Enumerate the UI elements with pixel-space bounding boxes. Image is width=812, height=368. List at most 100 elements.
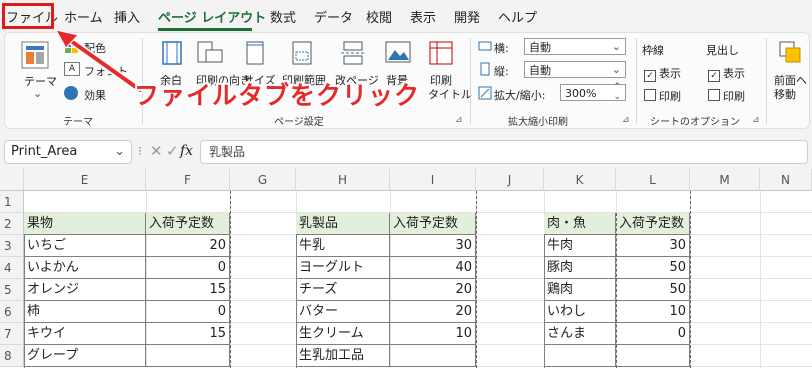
column-header[interactable]: J bbox=[476, 169, 544, 191]
table-cell[interactable]: ヨーグルト bbox=[296, 257, 390, 279]
print-area-icon[interactable] bbox=[290, 40, 314, 66]
column-header[interactable]: G bbox=[230, 169, 296, 191]
row-header[interactable]: 6 bbox=[0, 301, 24, 323]
formula-input[interactable]: 乳製品 bbox=[200, 140, 808, 164]
enter-icon[interactable]: ✓ bbox=[166, 142, 179, 160]
themes-icon[interactable] bbox=[20, 40, 50, 70]
tab-home[interactable]: ホーム bbox=[64, 7, 103, 26]
table-cell[interactable]: 15 bbox=[146, 323, 230, 345]
table-cell[interactable]: いちご bbox=[24, 235, 146, 257]
table-cell[interactable]: キウイ bbox=[24, 323, 146, 345]
table-cell[interactable]: 鶏肉 bbox=[544, 279, 616, 301]
table-cell[interactable]: バター bbox=[296, 301, 390, 323]
tab-insert[interactable]: 挿入 bbox=[114, 7, 140, 26]
tab-formulas[interactable]: 数式 bbox=[270, 7, 296, 26]
table-cell[interactable]: 30 bbox=[390, 235, 476, 257]
table-cell[interactable]: 20 bbox=[390, 279, 476, 301]
cancel-icon[interactable]: ✕ bbox=[150, 142, 163, 160]
column-header[interactable]: L bbox=[616, 169, 690, 191]
table-cell[interactable]: 50 bbox=[616, 279, 690, 301]
row-header[interactable]: 4 bbox=[0, 257, 24, 279]
table-cell[interactable]: 生クリーム bbox=[296, 323, 390, 345]
dialog-launcher-icon[interactable]: ⊿ bbox=[752, 115, 760, 125]
table-cell[interactable]: グレープ bbox=[24, 345, 146, 367]
spinner-icon[interactable]: ⌃ ⌄ bbox=[613, 82, 621, 102]
print-titles-button-line2[interactable]: タイトル bbox=[428, 86, 472, 102]
table-cell[interactable]: 40 bbox=[390, 257, 476, 279]
tab-review[interactable]: 校閲 bbox=[366, 7, 392, 26]
size-icon[interactable] bbox=[244, 40, 266, 66]
table-cell[interactable]: 生乳加工品 bbox=[296, 345, 390, 367]
row-header[interactable]: 8 bbox=[0, 345, 24, 367]
column-header[interactable]: M bbox=[690, 169, 760, 191]
table-header-cell[interactable]: 入荷予定数 bbox=[390, 213, 476, 235]
row-header[interactable]: 1 bbox=[0, 191, 24, 213]
headings-print-checkbox[interactable]: 印刷 bbox=[708, 88, 745, 104]
tab-developer[interactable]: 開発 bbox=[454, 7, 480, 26]
table-cell[interactable]: 0 bbox=[146, 257, 230, 279]
table-header-cell[interactable]: 乳製品 bbox=[296, 213, 390, 235]
breaks-icon[interactable] bbox=[340, 40, 366, 66]
table-cell[interactable]: 30 bbox=[616, 235, 690, 257]
column-header[interactable]: I bbox=[390, 169, 476, 191]
gridlines-view-checkbox[interactable]: ✓ 表示 bbox=[644, 65, 681, 82]
table-cell[interactable] bbox=[146, 345, 230, 367]
chevron-down-icon[interactable]: ⌄ bbox=[33, 87, 42, 100]
table-cell[interactable]: 柿 bbox=[24, 301, 146, 323]
column-header[interactable]: K bbox=[544, 169, 616, 191]
tab-page-layout[interactable]: ページ レイアウト bbox=[158, 7, 266, 26]
background-icon[interactable] bbox=[384, 40, 412, 66]
bring-forward-icon[interactable] bbox=[778, 40, 802, 66]
table-header-cell[interactable]: 入荷予定数 bbox=[616, 213, 690, 235]
column-header[interactable]: H bbox=[296, 169, 390, 191]
function-icon[interactable]: fx bbox=[180, 143, 193, 159]
table-cell[interactable]: 牛肉 bbox=[544, 235, 616, 257]
orientation-icon[interactable] bbox=[196, 40, 224, 66]
headings-view-checkbox[interactable]: ✓ 表示 bbox=[708, 65, 745, 82]
height-select[interactable]: 自動 ⌄ bbox=[524, 61, 626, 78]
bring-forward-button-line2[interactable]: 移動 bbox=[774, 86, 796, 102]
table-cell[interactable]: 20 bbox=[146, 235, 230, 257]
table-cell[interactable]: 50 bbox=[616, 257, 690, 279]
print-titles-icon[interactable] bbox=[428, 40, 454, 66]
row-header[interactable]: 5 bbox=[0, 279, 24, 301]
table-cell[interactable]: いわし bbox=[544, 301, 616, 323]
table-cell[interactable]: 0 bbox=[616, 323, 690, 345]
table-cell[interactable] bbox=[390, 345, 476, 367]
table-cell[interactable]: 10 bbox=[390, 323, 476, 345]
width-select[interactable]: 自動 ⌄ bbox=[524, 38, 626, 55]
name-box[interactable]: Print_Area ⌄ bbox=[4, 140, 132, 164]
table-header-cell[interactable]: 果物 bbox=[24, 213, 146, 235]
table-cell[interactable]: オレンジ bbox=[24, 279, 146, 301]
table-header-cell[interactable]: 肉・魚 bbox=[544, 213, 616, 235]
gridlines-print-checkbox[interactable]: 印刷 bbox=[644, 88, 681, 104]
margins-icon[interactable] bbox=[160, 40, 184, 66]
table-cell[interactable]: さんま bbox=[544, 323, 616, 345]
more-icon[interactable]: ⁝ bbox=[138, 144, 142, 158]
table-cell[interactable]: 20 bbox=[390, 301, 476, 323]
column-header[interactable]: E bbox=[24, 169, 146, 191]
table-header-cell[interactable]: 入荷予定数 bbox=[146, 213, 230, 235]
row-header[interactable]: 7 bbox=[0, 323, 24, 345]
table-cell[interactable]: チーズ bbox=[296, 279, 390, 301]
effects-button[interactable]: 効果 bbox=[84, 87, 106, 103]
table-cell[interactable] bbox=[616, 345, 690, 367]
dialog-launcher-icon[interactable]: ⊿ bbox=[455, 115, 463, 125]
scale-spinner[interactable]: 300% ⌃ ⌄ bbox=[560, 82, 626, 102]
column-header[interactable]: N bbox=[760, 169, 812, 191]
table-cell[interactable]: いよかん bbox=[24, 257, 146, 279]
tab-view[interactable]: 表示 bbox=[410, 7, 436, 26]
table-cell[interactable]: 牛乳 bbox=[296, 235, 390, 257]
row-header[interactable]: 2 bbox=[0, 213, 24, 235]
table-cell[interactable]: 0 bbox=[146, 301, 230, 323]
tab-help[interactable]: ヘルプ bbox=[498, 7, 537, 26]
dialog-launcher-icon[interactable]: ⊿ bbox=[622, 115, 630, 125]
table-cell[interactable]: 10 bbox=[616, 301, 690, 323]
fonts-button[interactable]: フォント bbox=[84, 63, 128, 79]
table-cell[interactable] bbox=[544, 345, 616, 367]
select-all-corner[interactable] bbox=[0, 169, 24, 191]
colors-button[interactable]: 配色 bbox=[84, 40, 106, 56]
row-header[interactable]: 3 bbox=[0, 235, 24, 257]
column-header[interactable]: F bbox=[146, 169, 230, 191]
table-cell[interactable]: 15 bbox=[146, 279, 230, 301]
